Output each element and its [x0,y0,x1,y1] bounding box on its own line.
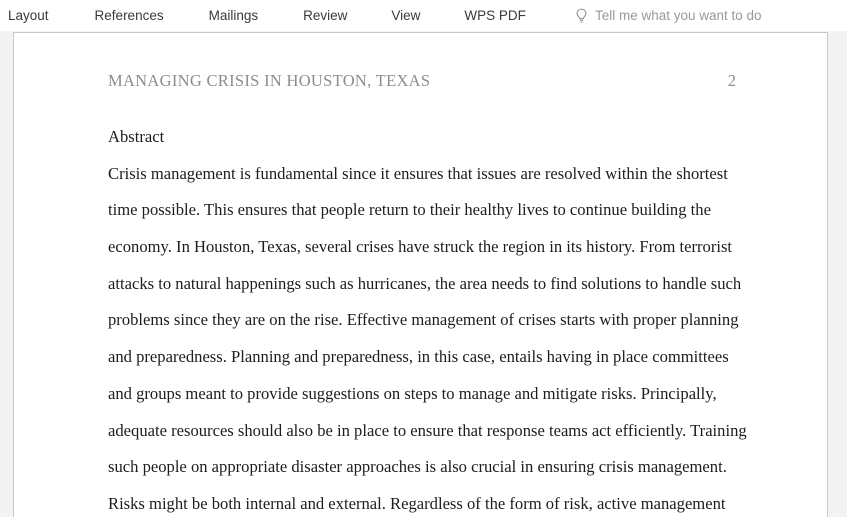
body-line: time possible. This ensures that people … [108,200,711,220]
tab-references[interactable]: References [95,0,164,31]
body-line: Risks might be both internal and externa… [108,493,726,513]
tab-wps-pdf[interactable]: WPS PDF [464,0,526,31]
tell-me-placeholder: Tell me what you want to do [594,8,762,23]
tab-mailings[interactable]: Mailings [209,0,259,31]
tab-review[interactable]: Review [303,0,347,31]
page-number: 2 [727,71,736,90]
tell-me-search-box[interactable]: Tell me what you want to do [575,0,762,31]
body-line: and preparedness. Planning and preparedn… [108,347,729,367]
running-head-text: MANAGING CRISIS IN HOUSTON, TEXAS [108,71,431,90]
tab-view[interactable]: View [391,0,420,31]
body-line: problems since they are on the rise. Eff… [108,310,739,330]
document-canvas: MANAGING CRISIS IN HOUSTON, TEXAS 2 Abst… [0,31,847,517]
body-line: Crisis management is fundamental since i… [108,163,728,183]
ribbon-tab-strip: Layout References Mailings Review View W… [0,0,847,31]
document-running-header[interactable]: MANAGING CRISIS IN HOUSTON, TEXAS 2 [108,71,736,91]
body-line: adequate resources should also be in pla… [108,420,747,440]
body-line: economy. In Houston, Texas, several cris… [108,237,733,257]
tab-layout[interactable]: Layout [8,0,49,31]
body-line: and groups meant to provide suggestions … [108,383,717,403]
abstract-heading: Abstract [108,127,165,146]
document-body[interactable]: Abstract Crisis management is fundamenta… [108,119,747,517]
body-line: attacks to natural happenings such as hu… [108,273,742,293]
body-line: such people on appropriate disaster appr… [108,457,727,477]
document-page[interactable]: MANAGING CRISIS IN HOUSTON, TEXAS 2 Abst… [13,32,828,517]
lightbulb-icon [576,8,587,23]
